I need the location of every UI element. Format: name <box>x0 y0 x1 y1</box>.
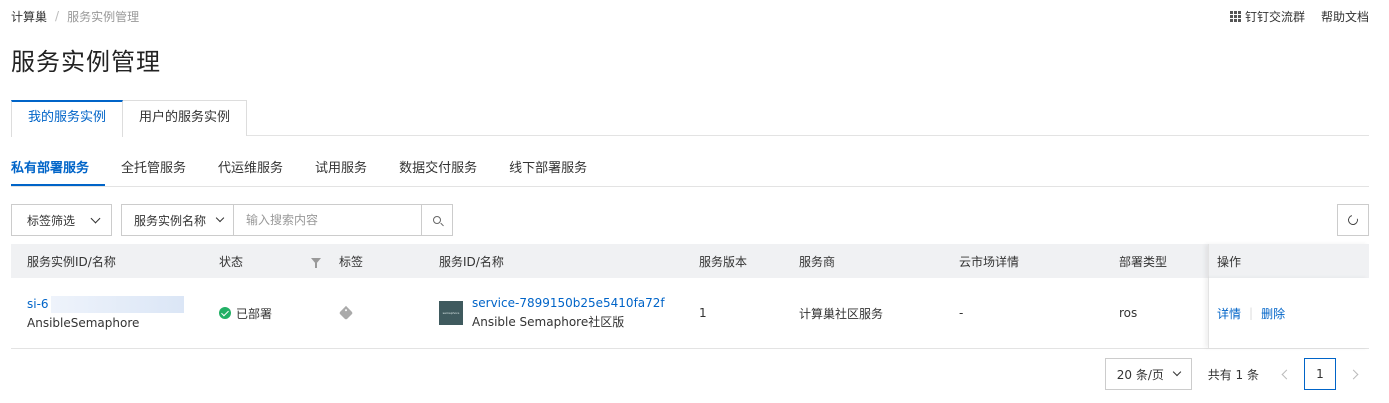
chevron-down-icon <box>215 213 225 223</box>
search-icon <box>433 216 441 224</box>
search-input[interactable] <box>234 205 421 235</box>
col-actions-label: 操作 <box>1217 254 1242 269</box>
marketplace-cell: - <box>959 278 963 348</box>
search-button[interactable] <box>421 205 452 235</box>
total-count: 共有 1 条 <box>1207 367 1259 382</box>
prev-page-icon[interactable] <box>1281 369 1292 379</box>
top-bar: 计算巢 / 服务实例管理 钉钉交流群 帮助文档 <box>11 8 1369 24</box>
tags-cell <box>338 278 354 348</box>
help-docs-label: 帮助文档 <box>1320 9 1369 24</box>
deploy-type-value: ros <box>1119 306 1138 320</box>
tab-my-instances[interactable]: 我的服务实例 <box>11 100 124 137</box>
dingtalk-group-label: 钉钉交流群 <box>1244 9 1305 24</box>
page-size-select[interactable]: 20 条/页 <box>1104 358 1192 390</box>
col-version-label: 服务版本 <box>699 254 748 269</box>
pagination: 20 条/页 共有 1 条 1 <box>1104 358 1369 390</box>
table-header: 服务实例ID/名称 状态 标签 服务ID/名称 服务版本 服务商 云市场详情 部… <box>11 244 1369 278</box>
table-row: si-6 AnsibleSemaphore 已部署 semaphore serv… <box>11 278 1369 349</box>
breadcrumb-root[interactable]: 计算巢 <box>11 8 47 25</box>
check-circle-icon <box>219 307 231 319</box>
service-name: Ansible Semaphore社区版 <box>472 315 625 329</box>
status-badge: 已部署 <box>219 305 272 322</box>
version-cell: 1 <box>699 278 707 348</box>
col-deploy-type: 部署类型 <box>1119 244 1167 278</box>
col-actions: 操作 <box>1208 244 1369 278</box>
page-number-current[interactable]: 1 <box>1304 358 1336 390</box>
service-info: semaphore service-7899150b25e5410fa72f A… <box>439 296 665 330</box>
instance-name: AnsibleSemaphore <box>27 316 140 330</box>
search-field-label: 服务实例名称 <box>134 213 207 228</box>
col-tags: 标签 <box>339 244 363 278</box>
delete-link[interactable]: 删除 <box>1261 305 1285 322</box>
help-docs-link[interactable]: 帮助文档 <box>1321 8 1369 25</box>
sub-tabs: 私有部署服务 全托管服务 代运维服务 试用服务 数据交付服务 线下部署服务 <box>11 152 1369 187</box>
service-cell: semaphore service-7899150b25e5410fa72f A… <box>439 278 665 348</box>
col-version: 服务版本 <box>699 244 747 278</box>
next-page-icon[interactable] <box>1348 369 1359 379</box>
action-divider: | <box>1249 306 1254 320</box>
redacted-block <box>50 296 184 313</box>
detail-link[interactable]: 详情 <box>1217 305 1241 322</box>
filter-icon[interactable] <box>311 258 321 268</box>
search-field-select[interactable]: 服务实例名称 <box>122 205 234 235</box>
refresh-icon <box>1346 213 1360 227</box>
instance-id-link[interactable]: si-6 <box>27 297 49 311</box>
toolbar: 标签筛选 服务实例名称 <box>11 204 1369 236</box>
col-provider: 服务商 <box>799 244 835 278</box>
col-deploy-type-label: 部署类型 <box>1119 254 1168 269</box>
search-group: 服务实例名称 <box>121 204 453 236</box>
tag-filter-dropdown[interactable]: 标签筛选 <box>11 204 112 236</box>
instances-table: 服务实例ID/名称 状态 标签 服务ID/名称 服务版本 服务商 云市场详情 部… <box>11 244 1369 349</box>
chevron-down-icon <box>90 213 101 223</box>
service-logo: semaphore <box>439 301 463 325</box>
col-status: 状态 <box>219 244 321 278</box>
version-value: 1 <box>699 306 707 320</box>
col-service: 服务ID/名称 <box>439 244 504 278</box>
page-size-label: 20 条/页 <box>1116 367 1164 382</box>
provider-value: 计算巢社区服务 <box>799 306 884 321</box>
col-instance-label: 服务实例ID/名称 <box>27 254 116 269</box>
col-service-label: 服务ID/名称 <box>439 254 504 269</box>
status-cell: 已部署 <box>219 278 272 348</box>
subtab-offline-deploy[interactable]: 线下部署服务 <box>493 152 603 186</box>
main-tabs: 我的服务实例 用户的服务实例 <box>11 100 1369 137</box>
refresh-button[interactable] <box>1337 204 1369 236</box>
col-marketplace-label: 云市场详情 <box>959 254 1020 269</box>
col-instance: 服务实例ID/名称 <box>27 244 116 278</box>
subtab-private-deploy[interactable]: 私有部署服务 <box>11 152 106 186</box>
provider-cell: 计算巢社区服务 <box>799 278 883 348</box>
instance-cell: si-6 AnsibleSemaphore <box>27 278 184 348</box>
status-text: 已部署 <box>236 306 273 321</box>
breadcrumb-separator: / <box>55 9 60 23</box>
col-marketplace: 云市场详情 <box>959 244 1019 278</box>
subtab-managed-ops[interactable]: 代运维服务 <box>202 152 299 186</box>
col-tags-label: 标签 <box>339 254 364 269</box>
tag-icon[interactable] <box>338 305 354 321</box>
breadcrumb-current: 服务实例管理 <box>67 9 140 24</box>
service-id-link[interactable]: service-7899150b25e5410fa72f <box>472 296 665 310</box>
dingtalk-group-link[interactable]: 钉钉交流群 <box>1229 8 1305 25</box>
deploy-type-cell: ros <box>1119 278 1137 348</box>
chevron-down-icon <box>1172 367 1181 377</box>
subtab-data-delivery[interactable]: 数据交付服务 <box>383 152 493 186</box>
page-title: 服务实例管理 <box>11 48 161 76</box>
tab-user-instances[interactable]: 用户的服务实例 <box>122 100 248 136</box>
subtab-fully-managed[interactable]: 全托管服务 <box>105 152 202 186</box>
tag-filter-label: 标签筛选 <box>27 213 76 228</box>
subtab-trial[interactable]: 试用服务 <box>299 152 383 186</box>
marketplace-value: - <box>959 306 964 320</box>
top-links: 钉钉交流群 帮助文档 <box>1229 8 1369 25</box>
col-status-label: 状态 <box>219 254 244 269</box>
actions-cell: 详情 | 删除 <box>1208 278 1369 348</box>
qrcode-icon <box>1229 10 1241 22</box>
col-provider-label: 服务商 <box>799 254 836 269</box>
